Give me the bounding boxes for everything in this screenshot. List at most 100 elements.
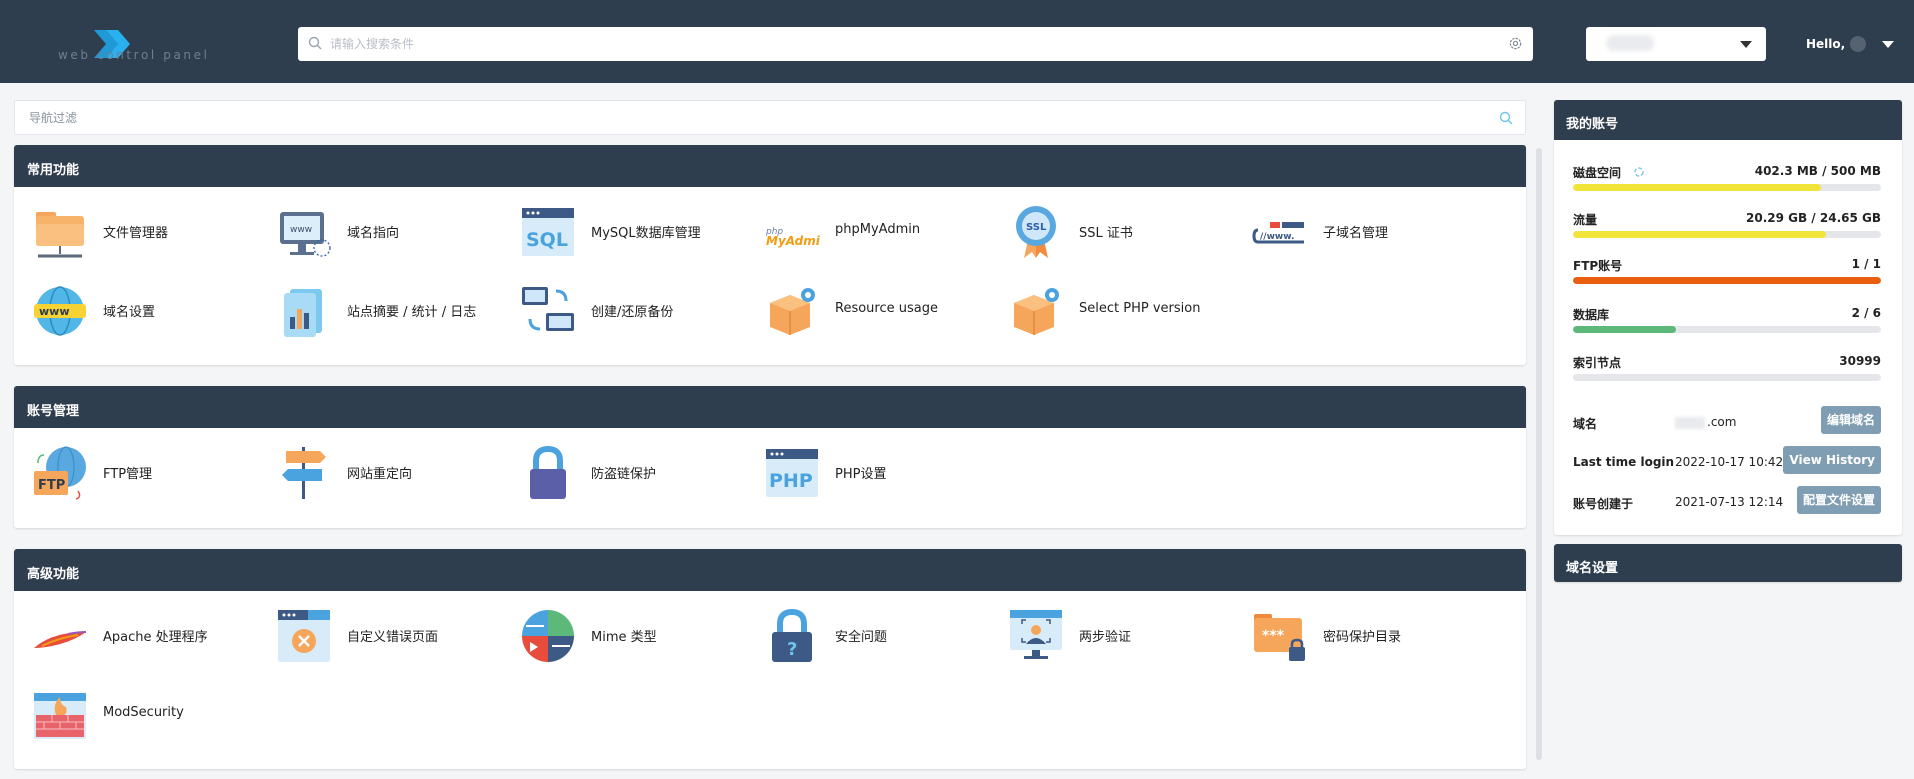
item-backup[interactable]: 创建/还原备份 (502, 276, 742, 340)
item-label: Apache 处理程序 (103, 630, 208, 645)
chevron-down-icon (1740, 41, 1752, 48)
item-label: Resource usage (835, 301, 938, 316)
row-created: 账号创建于 2021-07-13 12:14 配置文件设置 (1573, 486, 1881, 516)
stat-ftp-accounts: FTP账号 1 / 1 (1573, 257, 1881, 287)
search-icon (308, 36, 322, 50)
backup-computers-icon (522, 287, 574, 331)
subdomain-icon: //www. (1252, 222, 1306, 244)
progress-fill (1573, 231, 1827, 238)
www-globe-icon: www (34, 286, 86, 336)
stat-name: 数据库 (1573, 308, 1610, 322)
item-mime-types[interactable]: Mime 类型 (502, 601, 742, 665)
stat-value: 402.3 MB / 500 MB (1754, 164, 1881, 178)
item-label: FTP管理 (103, 467, 153, 482)
item-modsecurity[interactable]: ModSecurity (14, 680, 254, 744)
ftp-globe-icon: FTP (34, 446, 86, 500)
progress-bar (1573, 326, 1881, 333)
view-history-button[interactable]: View History (1783, 446, 1881, 474)
scrollbar[interactable] (1536, 148, 1542, 760)
item-label: MySQL数据库管理 (591, 226, 701, 241)
item-error-pages[interactable]: 自定义错误页面 (258, 601, 498, 665)
stat-name: 索引节点 (1573, 356, 1622, 370)
domain-suffix: .com (1707, 415, 1737, 429)
item-hotlink-protection[interactable]: 防盗链保护 (502, 438, 742, 502)
item-label: phpMyAdmin (835, 222, 921, 237)
hello-user[interactable]: Hello, (1806, 37, 1845, 51)
folder-network-icon (36, 212, 84, 258)
search-input[interactable] (330, 27, 1480, 61)
item-ftp[interactable]: FTP FTP管理 (14, 438, 254, 502)
svg-text:?: ? (787, 639, 797, 660)
progress-bar (1573, 184, 1881, 191)
item-label: 站点摘要 / 统计 / 日志 (347, 305, 477, 320)
svg-text:MyAdmin: MyAdmin (766, 234, 820, 248)
item-phpmyadmin[interactable]: php MyAdmin phpMyAdmin (746, 197, 986, 261)
item-select-php[interactable]: Select PHP version (990, 276, 1230, 340)
progress-fill (1573, 277, 1881, 284)
item-label: 创建/还原备份 (591, 305, 674, 320)
phpmyadmin-logo-icon: php MyAdmin (765, 227, 820, 248)
domain-settings-card[interactable]: 域名设置 (1554, 544, 1902, 582)
account-select[interactable] (1586, 27, 1766, 61)
progress-bar (1573, 231, 1881, 238)
stat-traffic: 流量 20.29 GB / 24.65 GB (1573, 211, 1881, 241)
nav-filter-input[interactable] (29, 101, 1429, 134)
item-security-questions[interactable]: ? 安全问题 (746, 601, 986, 665)
item-domain-pointer[interactable]: www 域名指向 (258, 197, 498, 261)
item-site-stats[interactable]: 站点摘要 / 统计 / 日志 (258, 276, 498, 340)
svg-text:www: www (290, 225, 312, 235)
row-domain: 域名 .com 编辑域名 (1573, 406, 1881, 436)
item-label: 防盗链保护 (591, 467, 657, 482)
last-login-label: Last time login (1573, 455, 1675, 469)
mime-types-icon (522, 610, 574, 662)
item-apache-handlers[interactable]: Apache 处理程序 (14, 601, 254, 665)
row-last-login: Last time login 2022-10-17 10:42 View Hi… (1573, 446, 1881, 476)
box-gear-icon (770, 288, 815, 335)
stat-inodes: 索引节点 30999 (1573, 354, 1881, 384)
config-files-button[interactable]: 配置文件设置 (1796, 486, 1881, 514)
global-search[interactable] (298, 27, 1533, 61)
domain-value: .com (1675, 415, 1736, 429)
item-ssl[interactable]: SSL SSL 证书 (990, 197, 1230, 261)
item-mysql[interactable]: SQL MySQL数据库管理 (502, 197, 742, 261)
stat-value: 2 / 6 (1851, 306, 1881, 320)
password-folder-icon: *** (1254, 614, 1305, 661)
progress-fill (1573, 326, 1676, 333)
item-domain-settings[interactable]: www 域名设置 (14, 276, 254, 340)
apache-feather-icon (34, 631, 87, 648)
item-label: Mime 类型 (591, 630, 657, 645)
firewall-icon (34, 693, 86, 739)
item-label: 域名指向 (347, 226, 400, 241)
php-window-icon: PHP (766, 449, 818, 497)
gear-icon[interactable] (1508, 36, 1523, 51)
item-subdomain[interactable]: //www. 子域名管理 (1234, 197, 1474, 261)
item-label: 两步验证 (1079, 630, 1132, 645)
svg-text:SSL: SSL (1026, 222, 1047, 233)
stat-value: 1 / 1 (1851, 257, 1881, 271)
signpost-icon (282, 447, 326, 499)
item-label: PHP设置 (835, 467, 887, 482)
panel-title: 常用功能 (14, 145, 1526, 187)
stat-name: 流量 (1573, 213, 1598, 227)
item-password-directories[interactable]: *** 密码保护目录 (1234, 601, 1474, 665)
nav-filter[interactable] (14, 100, 1526, 135)
item-label: 文件管理器 (103, 226, 169, 241)
svg-text:FTP: FTP (38, 478, 65, 493)
item-two-step-verification[interactable]: 两步验证 (990, 601, 1230, 665)
edit-domain-button[interactable]: 编辑域名 (1820, 406, 1881, 434)
logo-subtitle: web control panel (58, 48, 210, 62)
progress-bar (1573, 374, 1881, 381)
account-card: 我的账号 磁盘空间 402.3 MB / 500 MB 流量 20.29 GB … (1554, 100, 1902, 535)
item-resource-usage[interactable]: Resource usage (746, 276, 986, 340)
item-label: 域名设置 (103, 305, 156, 320)
question-lock-icon: ? (772, 608, 812, 662)
stat-value: 20.29 GB / 24.65 GB (1746, 211, 1881, 225)
item-label: 密码保护目录 (1323, 630, 1402, 645)
avatar[interactable] (1850, 36, 1866, 52)
item-file-manager[interactable]: 文件管理器 (14, 197, 254, 261)
created-label: 账号创建于 (1573, 497, 1634, 511)
item-redirect[interactable]: 网站重定向 (258, 438, 498, 502)
item-php-settings[interactable]: PHP PHP设置 (746, 438, 986, 502)
refresh-icon[interactable] (1633, 166, 1645, 178)
chevron-down-icon[interactable] (1882, 41, 1894, 48)
